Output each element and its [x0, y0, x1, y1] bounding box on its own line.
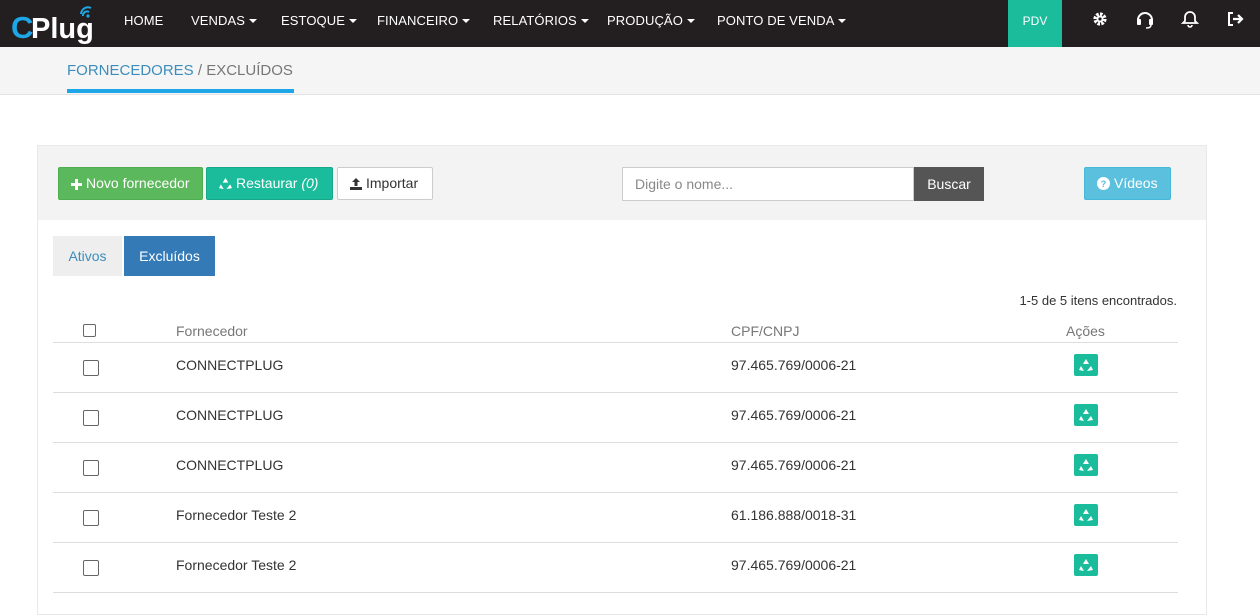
svg-text:?: ? [1101, 179, 1107, 189]
restore-row-button[interactable] [1074, 404, 1098, 426]
table-row: CONNECTPLUG 97.465.769/0006-21 [53, 393, 1178, 443]
recycle-icon [1079, 509, 1093, 521]
supplier-document: 97.465.769/0006-21 [731, 457, 857, 473]
headset-icon[interactable] [1135, 9, 1155, 29]
breadcrumb-bar: FORNECEDORES / EXCLUÍDOS [0, 47, 1260, 95]
toolbar: Novo fornecedor Restaurar (0) Importar B… [38, 146, 1206, 220]
restore-button[interactable]: Restaurar (0) [206, 167, 333, 200]
table-row: CONNECTPLUG 97.465.769/0006-21 [53, 443, 1178, 493]
recycle-icon [1079, 459, 1093, 471]
tab-ativos[interactable]: Ativos [53, 236, 122, 276]
nav-home[interactable]: HOME [124, 0, 163, 47]
breadcrumb-current: EXCLUÍDOS [206, 62, 293, 79]
row-checkbox[interactable] [83, 460, 99, 476]
row-checkbox[interactable] [83, 560, 99, 576]
caret-down-icon [249, 19, 258, 23]
supplier-name: CONNECTPLUG [176, 407, 284, 423]
supplier-name: CONNECTPLUG [176, 457, 284, 473]
column-header-fornecedor[interactable]: Fornecedor [176, 323, 248, 339]
videos-button[interactable]: ? Vídeos [1084, 167, 1171, 200]
select-all-checkbox[interactable] [83, 324, 96, 337]
nav-financeiro[interactable]: FINANCEIRO [377, 0, 471, 47]
supplier-document: 97.465.769/0006-21 [731, 557, 857, 573]
supplier-document: 97.465.769/0006-21 [731, 407, 857, 423]
search-button[interactable]: Buscar [914, 167, 984, 201]
recycle-icon [1079, 409, 1093, 421]
restore-row-button[interactable] [1074, 504, 1098, 526]
breadcrumb: FORNECEDORES / EXCLUÍDOS [67, 62, 293, 79]
column-header-cpf-cnpj[interactable]: CPF/CNPJ [731, 323, 799, 339]
row-checkbox[interactable] [83, 510, 99, 526]
recycle-icon [1079, 359, 1093, 371]
table-row: Fornecedor Teste 2 61.186.888/0018-31 [53, 493, 1178, 543]
nav-vendas[interactable]: VENDAS [191, 0, 258, 47]
plus-icon [71, 179, 82, 190]
table-header: Fornecedor CPF/CNPJ Ações [53, 321, 1178, 343]
supplier-name: CONNECTPLUG [176, 357, 284, 373]
table-row: CONNECTPLUG 97.465.769/0006-21 [53, 343, 1178, 393]
logout-icon[interactable] [1225, 9, 1245, 29]
supplier-document: 61.186.888/0018-31 [731, 507, 857, 523]
new-supplier-button[interactable]: Novo fornecedor [58, 167, 203, 200]
breadcrumb-fornecedores-link[interactable]: FORNECEDORES [67, 62, 194, 79]
recycle-icon [1079, 559, 1093, 571]
caret-down-icon [580, 19, 589, 23]
search-input[interactable] [622, 167, 914, 201]
row-checkbox[interactable] [83, 360, 99, 376]
caret-down-icon [838, 19, 847, 23]
nav-relatorios[interactable]: RELATÓRIOS [493, 0, 589, 47]
cplug-logo[interactable]: C Plug [9, 2, 101, 44]
breadcrumb-separator: / [193, 62, 207, 79]
supplier-name: Fornecedor Teste 2 [176, 557, 297, 573]
row-checkbox[interactable] [83, 410, 99, 426]
nav-estoque[interactable]: ESTOQUE [281, 0, 358, 47]
bell-icon[interactable] [1180, 9, 1200, 29]
restore-row-button[interactable] [1074, 554, 1098, 576]
top-navbar: C Plug HOME VENDAS ESTOQUE FINANCEIRO RE… [0, 0, 1260, 47]
question-circle-icon: ? [1097, 177, 1110, 190]
tab-excluidos[interactable]: Excluídos [124, 236, 215, 276]
svg-text:Plug: Plug [31, 13, 94, 44]
caret-down-icon [686, 19, 695, 23]
restore-row-button[interactable] [1074, 354, 1098, 376]
upload-icon [350, 178, 362, 190]
gear-icon[interactable] [1090, 9, 1110, 29]
suppliers-panel: Novo fornecedor Restaurar (0) Importar B… [37, 145, 1207, 615]
nav-producao[interactable]: PRODUÇÃO [607, 0, 695, 47]
pdv-button[interactable]: PDV [1008, 0, 1062, 47]
supplier-document: 97.465.769/0006-21 [731, 357, 857, 373]
caret-down-icon [462, 19, 471, 23]
results-count: 1-5 de 5 itens encontrados. [1019, 293, 1177, 308]
import-button[interactable]: Importar [337, 167, 433, 200]
table-row: Fornecedor Teste 2 97.465.769/0006-21 [53, 543, 1178, 593]
column-header-acoes: Ações [1066, 323, 1105, 339]
breadcrumb-active-underline [67, 89, 294, 93]
recycle-icon [219, 177, 232, 190]
caret-down-icon [349, 19, 358, 23]
restore-row-button[interactable] [1074, 454, 1098, 476]
nav-ponto-de-venda[interactable]: PONTO DE VENDA [717, 0, 847, 47]
supplier-name: Fornecedor Teste 2 [176, 507, 297, 523]
